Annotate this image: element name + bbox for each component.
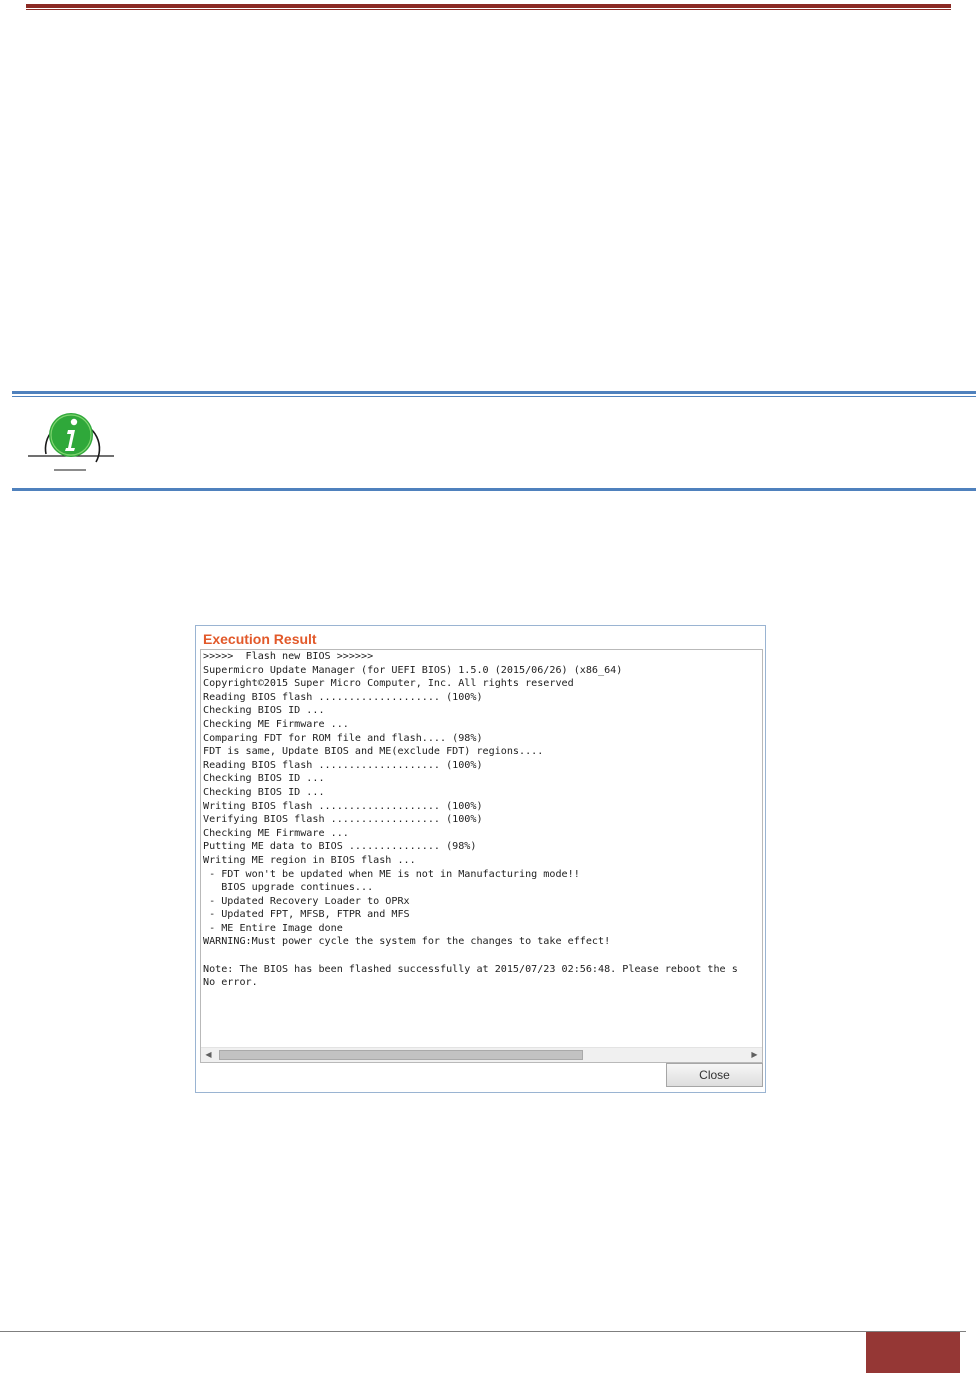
output-line: Note: The BIOS has been flashed successf… bbox=[203, 963, 738, 975]
output-line: Writing BIOS flash .................... … bbox=[203, 800, 483, 812]
output-line: Copyright©2015 Super Micro Computer, Inc… bbox=[203, 678, 574, 690]
note-rule-top-thin bbox=[12, 396, 976, 397]
output-line: Reading BIOS flash .................... … bbox=[203, 691, 483, 703]
horizontal-scrollbar[interactable]: ◀ ▶ bbox=[201, 1047, 762, 1062]
output-line: Writing ME region in BIOS flash ... bbox=[203, 854, 416, 866]
header-rule bbox=[26, 4, 951, 8]
output-line: - Updated FPT, MFSB, FTPR and MFS bbox=[203, 909, 410, 921]
output-log[interactable]: >>>>> Flash new BIOS >>>>>> Supermicro Up… bbox=[200, 649, 763, 1063]
note-rule-top bbox=[12, 391, 976, 394]
output-line: Checking BIOS ID ... bbox=[203, 786, 325, 798]
note-rule-bottom bbox=[12, 488, 976, 491]
output-line: WARNING:Must power cycle the system for … bbox=[203, 936, 611, 948]
output-line: Checking BIOS ID ... bbox=[203, 705, 325, 717]
output-line: Checking ME Firmware ... bbox=[203, 718, 349, 730]
header-rule-thin bbox=[26, 9, 951, 10]
output-line bbox=[203, 949, 738, 963]
chevron-right-icon[interactable]: ▶ bbox=[747, 1048, 762, 1062]
output-line: Reading BIOS flash .................... … bbox=[203, 759, 483, 771]
output-line: - ME Entire Image done bbox=[203, 922, 343, 934]
output-line: BIOS upgrade continues... bbox=[203, 882, 374, 894]
output-line: Putting ME data to BIOS ............... … bbox=[203, 841, 477, 853]
close-button[interactable]: Close bbox=[666, 1063, 763, 1087]
output-lines: >>>>> Flash new BIOS >>>>>> Supermicro Up… bbox=[203, 650, 738, 990]
output-line: Comparing FDT for ROM file and flash....… bbox=[203, 732, 483, 744]
footer-rule bbox=[0, 1331, 966, 1332]
output-line: No error. bbox=[203, 977, 258, 989]
output-line: >>>>> Flash new BIOS >>>>>> bbox=[203, 651, 374, 662]
output-line: - FDT won't be updated when ME is not in… bbox=[203, 868, 580, 880]
execution-result-dialog: Execution Result >>>>> Flash new BIOS >>… bbox=[195, 625, 766, 1093]
dialog-title: Execution Result bbox=[203, 631, 317, 647]
output-line: FDT is same, Update BIOS and ME(exclude … bbox=[203, 746, 544, 758]
output-line: Supermicro Update Manager (for UEFI BIOS… bbox=[203, 664, 623, 676]
output-line: Checking BIOS ID ... bbox=[203, 773, 325, 785]
output-line: Verifying BIOS flash .................. … bbox=[203, 814, 483, 826]
page-number-tab bbox=[866, 1332, 960, 1373]
chevron-left-icon[interactable]: ◀ bbox=[201, 1048, 216, 1062]
output-line: - Updated Recovery Loader to OPRx bbox=[203, 895, 410, 907]
output-line: Checking ME Firmware ... bbox=[203, 827, 349, 839]
scrollbar-thumb[interactable] bbox=[219, 1050, 583, 1060]
info-icon bbox=[28, 413, 114, 471]
